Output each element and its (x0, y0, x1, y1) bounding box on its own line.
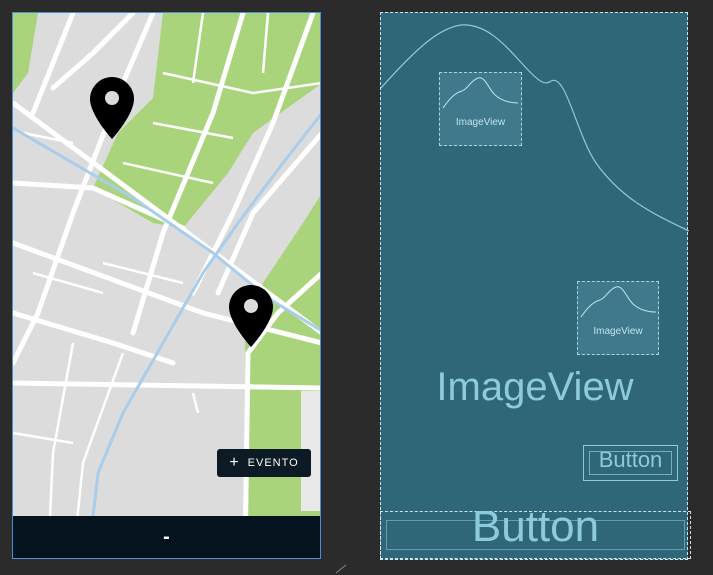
add-event-label: EVENTO (247, 457, 299, 469)
design-preview: + EVENTO - (12, 12, 321, 559)
map-view[interactable] (13, 13, 321, 559)
imageview-small-1-label: ImageView (455, 117, 506, 128)
image-placeholder-icon (442, 77, 519, 109)
imageview-small-2[interactable]: ImageView (577, 281, 659, 355)
button-large-label: Button (471, 502, 600, 551)
add-event-button[interactable]: + EVENTO (217, 449, 311, 477)
imageview-small-2-label: ImageView (593, 326, 643, 337)
map-pin-icon[interactable] (90, 77, 134, 139)
bottom-bar-label: - (163, 525, 170, 548)
map-pin-icon[interactable] (229, 285, 273, 347)
bottom-action-bar[interactable]: - (13, 516, 320, 558)
blueprint-button-large[interactable]: Button (380, 505, 691, 559)
resize-handle-icon[interactable] (334, 563, 348, 573)
blueprint-button-small[interactable]: Button (583, 445, 678, 481)
imageview-small-1[interactable]: ImageView (439, 72, 522, 146)
image-placeholder-icon (580, 286, 657, 318)
plus-icon: + (229, 454, 240, 471)
button-inner-frame (589, 451, 672, 475)
imageview-center-label[interactable]: ImageView (381, 365, 689, 410)
